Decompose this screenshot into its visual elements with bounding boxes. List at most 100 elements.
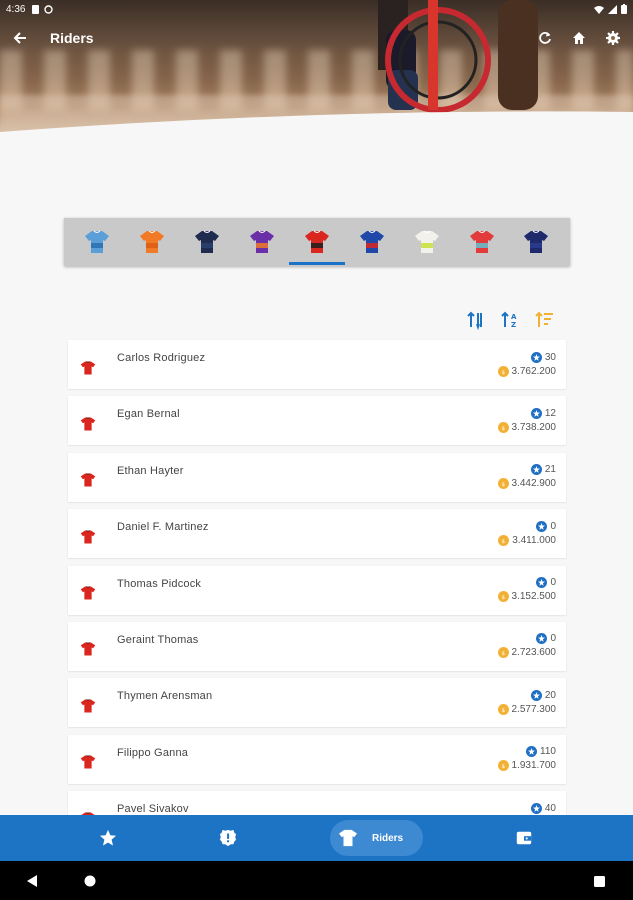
rider-list: Carlos Rodriguez 30 $3.762.200 Egan Bernal 1… <box>68 340 566 848</box>
sort-by-number-icon[interactable] <box>464 308 488 332</box>
rider-jersey-icon <box>68 354 108 376</box>
team-jersey-icon-8[interactable] <box>462 220 502 264</box>
rider-price: 3.738.200 <box>511 421 557 433</box>
rider-name: Thymen Arensman <box>117 690 213 703</box>
points-star-icon <box>526 746 538 758</box>
coin-icon: $ <box>497 703 509 715</box>
coin-icon: $ <box>497 421 509 433</box>
app-bar: Riders <box>0 22 633 54</box>
rider-price: 3.152.500 <box>511 591 557 603</box>
points-star-icon <box>530 689 542 701</box>
points-star-icon <box>530 802 542 814</box>
nav-riders-tab[interactable]: Riders <box>330 820 423 856</box>
rider-jersey-icon <box>68 635 108 657</box>
coin-icon: $ <box>497 478 509 490</box>
rider-points: 0 <box>550 633 556 645</box>
nav-alerts-icon[interactable] <box>216 815 240 861</box>
svg-text:$: $ <box>502 539 506 544</box>
svg-text:$: $ <box>501 369 505 374</box>
rider-points: 12 <box>544 407 556 419</box>
svg-text:$: $ <box>501 595 505 600</box>
nav-favorites-star-icon[interactable] <box>96 815 120 861</box>
system-back-icon[interactable] <box>26 874 38 888</box>
points-star-icon <box>536 520 548 532</box>
battery-icon <box>621 4 627 14</box>
rider-points: 0 <box>550 577 556 589</box>
rider-row[interactable]: Geraint Thomas 0 $2.723.600 <box>68 621 566 671</box>
rider-points: 21 <box>544 464 556 476</box>
rider-jersey-icon <box>68 748 108 770</box>
system-home-icon[interactable] <box>84 875 96 887</box>
home-icon[interactable] <box>569 28 589 48</box>
coin-icon: $ <box>497 591 509 603</box>
rider-row[interactable]: Daniel F. Martinez 0 $3.411.000 <box>68 509 566 559</box>
team-jersey-icon-3[interactable] <box>187 220 227 264</box>
rider-jersey-icon <box>68 579 108 601</box>
sync-icon <box>44 4 54 14</box>
sort-controls: AZ <box>464 308 556 332</box>
back-arrow-icon[interactable] <box>0 22 40 54</box>
rider-points: 0 <box>550 520 556 532</box>
svg-text:$: $ <box>501 764 505 769</box>
team-jersey-icon-1[interactable] <box>77 220 117 264</box>
svg-text:$: $ <box>501 651 505 656</box>
wifi-icon <box>594 5 604 14</box>
rider-row[interactable]: Thomas Pidcock 0 $3.152.500 <box>68 565 566 615</box>
rider-row[interactable]: Ethan Hayter 21 $3.442.900 <box>68 452 566 502</box>
team-jersey-icon-9[interactable] <box>516 220 556 264</box>
nav-riders-label: Riders <box>372 832 404 844</box>
jersey-nav-icon <box>339 829 357 847</box>
settings-gear-icon[interactable] <box>603 28 623 48</box>
rider-points: 110 <box>540 746 556 758</box>
svg-text:$: $ <box>501 482 505 487</box>
svg-text:$: $ <box>501 426 505 431</box>
points-star-icon <box>530 351 542 363</box>
rider-row[interactable]: Thymen Arensman 20 $2.577.300 <box>68 678 566 728</box>
rider-price: 1.931.700 <box>511 760 557 772</box>
team-jersey-icon-2[interactable] <box>132 220 172 264</box>
team-jersey-icon-4[interactable] <box>242 220 282 264</box>
rider-jersey-icon <box>68 523 108 545</box>
team-selector <box>64 218 570 266</box>
rider-row[interactable]: Egan Bernal 12 $3.738.200 <box>68 396 566 446</box>
rider-price: 3.762.200 <box>511 365 557 377</box>
coin-icon: $ <box>497 647 509 659</box>
team-jersey-icon-5[interactable] <box>288 220 345 265</box>
team-jersey-icon-7[interactable] <box>407 220 447 264</box>
rider-name: Thomas Pidcock <box>117 577 202 590</box>
sort-by-price-icon[interactable] <box>532 308 556 332</box>
rider-row[interactable]: Filippo Ganna 110 $1.931.700 <box>68 734 566 784</box>
rider-row[interactable]: Carlos Rodriguez 30 $3.762.200 <box>68 340 566 389</box>
rider-price: 2.577.300 <box>511 703 557 715</box>
header-photo <box>0 0 633 135</box>
rider-name: Daniel F. Martinez <box>117 521 209 534</box>
points-star-icon <box>536 633 548 645</box>
rider-price: 3.411.000 <box>512 534 556 546</box>
bottom-navigation: Riders <box>0 815 633 861</box>
rider-name: Geraint Thomas <box>117 633 199 646</box>
points-star-icon <box>530 407 542 419</box>
system-navigation-bar <box>0 861 633 900</box>
rider-name: Egan Bernal <box>117 408 180 421</box>
svg-text:$: $ <box>501 708 505 713</box>
rider-jersey-icon <box>68 410 108 432</box>
status-time: 4:36 <box>6 3 26 15</box>
points-star-icon <box>530 464 542 476</box>
system-recents-icon[interactable] <box>594 876 605 887</box>
rider-jersey-icon <box>68 692 108 714</box>
points-star-icon <box>536 577 548 589</box>
rider-points: 40 <box>544 802 556 814</box>
nav-wallet-icon[interactable] <box>512 815 536 861</box>
refresh-icon[interactable] <box>535 28 555 48</box>
sort-alphabetical-icon[interactable]: AZ <box>498 308 522 332</box>
rider-jersey-icon <box>68 466 108 488</box>
page-title: Riders <box>50 30 94 46</box>
rider-name: Pavel Sivakov <box>117 803 189 816</box>
coin-icon: $ <box>497 365 509 377</box>
cyclist-image <box>378 0 538 113</box>
rider-name: Filippo Ganna <box>117 746 189 759</box>
team-jersey-icon-6[interactable] <box>352 220 392 264</box>
rider-name: Carlos Rodriguez <box>117 352 206 364</box>
rider-name: Ethan Hayter <box>117 464 184 477</box>
status-bar: 4:36 <box>0 0 633 18</box>
